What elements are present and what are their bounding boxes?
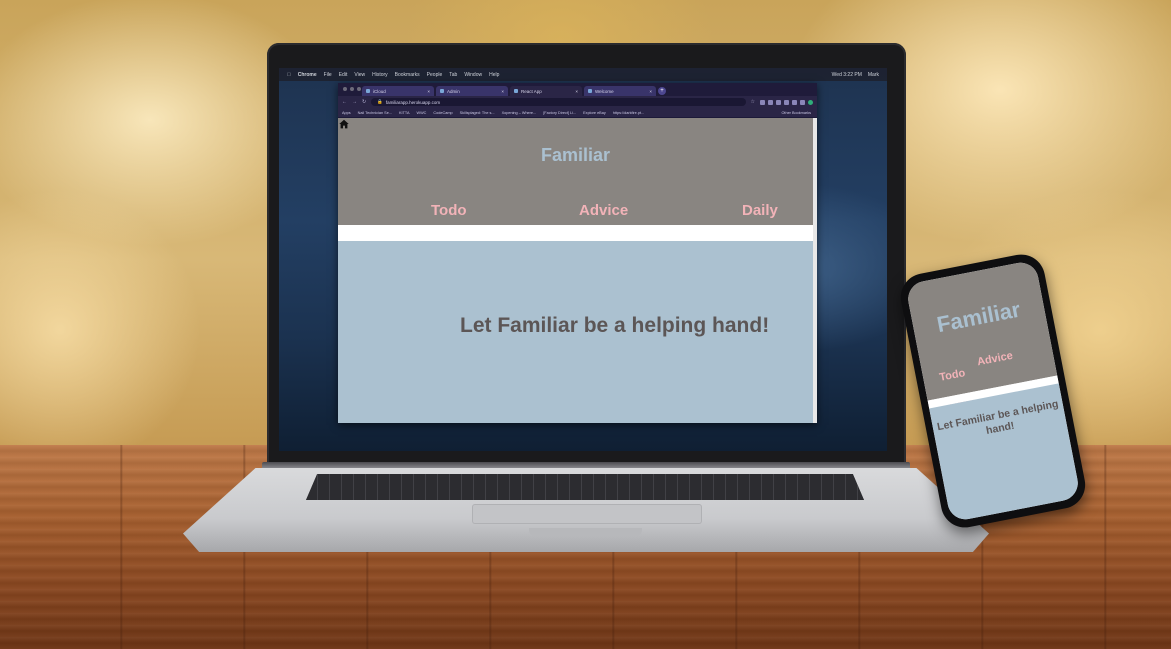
other-bookmarks[interactable]: Other Bookmarks: [781, 111, 817, 115]
extension-icon[interactable]: [792, 99, 797, 105]
macos-menubar:  Chrome File Edit View History Bookmark…: [279, 68, 887, 81]
menubar-item-people[interactable]: People: [427, 72, 443, 78]
page-scrollbar[interactable]: [813, 118, 817, 423]
minimize-window-button[interactable]: [350, 87, 354, 91]
forward-icon[interactable]: →: [352, 99, 357, 105]
tab-react-app[interactable]: React App ×: [510, 86, 582, 96]
bookmark-item[interactable]: Apps: [342, 111, 351, 115]
laptop-keyboard: [306, 474, 864, 500]
bookmark-item[interactable]: Xopening – Where...: [502, 111, 537, 115]
phone-site-nav: Todo Advice Daily: [905, 260, 1035, 411]
phone-nav-link-advice[interactable]: Advice: [976, 350, 1014, 369]
extensions-bar: [760, 99, 813, 105]
menubar-item-bookmarks[interactable]: Bookmarks: [395, 72, 420, 78]
phone-hero-tagline: Let Familiar be a helping hand!: [936, 397, 1060, 437]
tab-label: iCloud: [373, 88, 386, 94]
nav-link-advice[interactable]: Advice: [579, 202, 628, 219]
profile-avatar-icon[interactable]: [808, 99, 813, 105]
url-text: familiarapp.herokuapp.com: [385, 99, 441, 105]
menubar-item-help[interactable]: Help: [489, 72, 499, 78]
close-icon[interactable]: ×: [575, 89, 578, 94]
menubar-item-window[interactable]: Window: [464, 72, 482, 78]
close-icon[interactable]: ×: [501, 89, 504, 94]
star-icon[interactable]: ☆: [751, 99, 755, 105]
favicon-icon: [366, 89, 370, 93]
hero-section: Let Familiar be a helping hand!: [338, 241, 813, 423]
tab-label: Welcome: [595, 88, 614, 94]
menubar-clock[interactable]: Wed 3:22 PM: [832, 72, 862, 78]
tab-welcome[interactable]: Welcome ×: [584, 86, 656, 96]
browser-toolbar: ← → ↻ 🔒 familiarapp.herokuapp.com ☆: [338, 96, 817, 108]
tab-label: Admin: [447, 88, 460, 94]
tab-admin[interactable]: Admin ×: [436, 86, 508, 96]
bookmark-item[interactable]: KITTA: [399, 111, 409, 115]
favicon-icon: [588, 89, 592, 93]
bookmark-item[interactable]: Explore eBay: [583, 111, 606, 115]
bookmark-item[interactable]: CodeCamp: [433, 111, 452, 115]
phone-nav-link-todo[interactable]: Todo: [938, 367, 966, 384]
plus-icon[interactable]: +: [658, 87, 666, 95]
back-icon[interactable]: ←: [342, 99, 347, 105]
favicon-icon: [514, 89, 518, 93]
maximize-window-button[interactable]: [357, 87, 361, 91]
menubar-item-tab[interactable]: Tab: [449, 72, 457, 78]
menubar-item-history[interactable]: History: [372, 72, 388, 78]
menubar-item-edit[interactable]: Edit: [339, 72, 348, 78]
apple-icon[interactable]: : [287, 72, 291, 78]
tab-label: React App: [521, 88, 542, 94]
phone-site-brand[interactable]: Familiar: [911, 292, 1046, 343]
bookmark-item[interactable]: Nail Technician Se...: [358, 111, 392, 115]
phone-hero-section: Let Familiar be a helping hand!: [929, 383, 1081, 523]
bookmark-item[interactable]: Skillsplaged: The s...: [460, 111, 495, 115]
home-icon[interactable]: [339, 119, 349, 129]
address-bar[interactable]: 🔒 familiarapp.herokuapp.com: [371, 98, 746, 106]
nav-link-todo[interactable]: Todo: [431, 202, 467, 219]
nav-link-daily[interactable]: Daily: [742, 202, 778, 219]
close-window-button[interactable]: [343, 87, 347, 91]
favicon-icon: [440, 89, 444, 93]
close-icon[interactable]: ×: [427, 89, 430, 94]
close-icon[interactable]: ×: [649, 89, 652, 94]
tab-icloud[interactable]: iCloud ×: [362, 86, 434, 96]
extension-icon[interactable]: [800, 99, 805, 105]
extension-icon[interactable]: [784, 99, 789, 105]
extension-icon[interactable]: [776, 99, 781, 105]
extension-icon[interactable]: [760, 99, 765, 105]
reload-icon[interactable]: ↻: [362, 99, 366, 105]
macos-desktop:  Chrome File Edit View History Bookmark…: [279, 68, 887, 451]
menubar-item-file[interactable]: File: [324, 72, 332, 78]
tab-strip: iCloud × Admin × React App × Welcome × +: [338, 83, 817, 96]
menubar-user[interactable]: Mark: [868, 72, 879, 78]
bookmarks-bar: Apps Nail Technician Se... KITTA WWC Cod…: [338, 108, 817, 118]
menubar-app-name[interactable]: Chrome: [298, 72, 317, 78]
laptop-trackpad: [472, 504, 702, 524]
window-controls: [343, 87, 361, 91]
menubar-item-view[interactable]: View: [354, 72, 365, 78]
bookmark-item[interactable]: WWC: [416, 111, 426, 115]
lock-icon: 🔒: [377, 99, 383, 104]
header-divider: [338, 225, 813, 241]
site-header: Familiar Todo Advice Daily: [338, 118, 813, 225]
site-brand[interactable]: Familiar: [338, 145, 813, 166]
bookmark-item[interactable]: [Factory Direct] Li...: [543, 111, 576, 115]
browser-window: iCloud × Admin × React App × Welcome × +…: [338, 83, 817, 423]
bookmark-item[interactable]: https://darkfire.pt...: [613, 111, 644, 115]
laptop-notch: [529, 528, 642, 536]
page-viewport: Familiar Todo Advice Daily Let Familiar …: [338, 118, 817, 423]
extension-icon[interactable]: [768, 99, 773, 105]
hero-tagline: Let Familiar be a helping hand!: [460, 314, 770, 337]
